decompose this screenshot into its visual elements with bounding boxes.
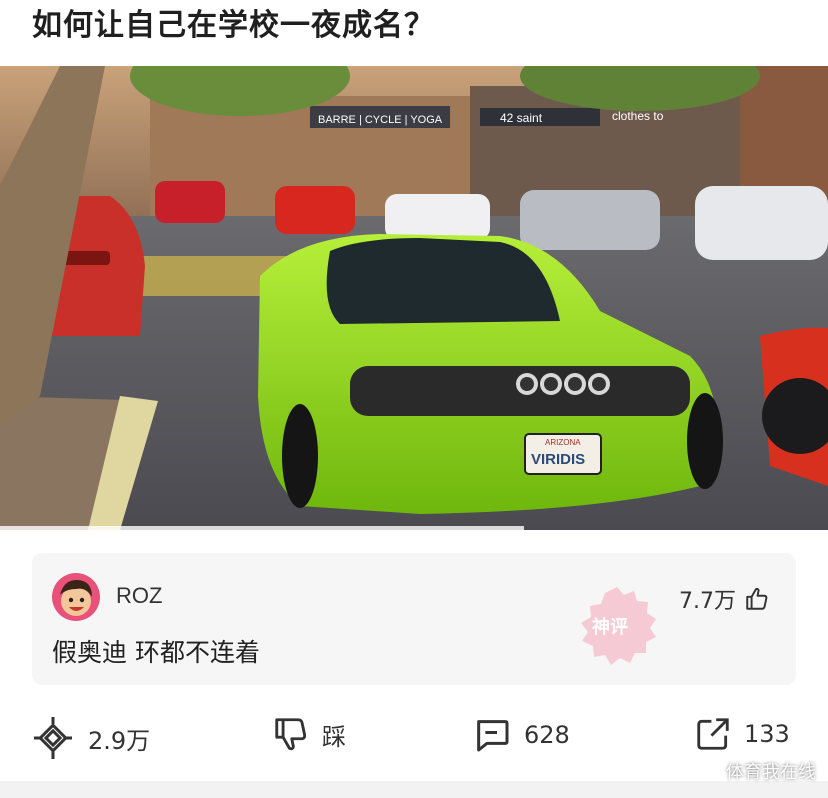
dislike-label: 踩 [322,722,346,751]
storefront-sign-yoga: BARRE | CYCLE | YOGA [318,114,443,126]
god-comment-stamp-icon: 神评 [572,581,662,671]
thumbs-down-icon [275,718,307,751]
top-comment-card[interactable]: ROZ 假奥迪 环都不连着 神评 7.7万 [32,553,796,685]
comment-username[interactable]: ROZ [116,583,162,609]
bottom-divider [0,781,828,798]
plate-state: ARIZONA [545,438,581,447]
post-title: 如何让自己在学校一夜成名？ [32,8,435,43]
watermark: 体育我在线 [726,762,816,783]
dislike-button[interactable]: 踩 [272,715,346,753]
forward-button[interactable]: 133 [694,715,790,753]
comment-text: 假奥迪 环都不连着 [52,638,260,667]
svg-text:神评: 神评 [592,616,628,638]
avatar[interactable] [52,573,100,621]
share-count: 2.9万 [88,726,151,755]
storefront-sign-clothes: clothes to [612,109,664,123]
comments-count: 628 [524,721,570,749]
comment-like-button[interactable]: 7.7万 [679,583,770,615]
thumbs-up-icon [746,587,768,610]
storefront-sign-saint: 42 saint [500,111,543,125]
action-bar: 2.9万 踩 628 133 [0,705,828,769]
comment-bubble-icon [477,720,509,752]
license-plate-text: VIRIDIS [531,451,585,468]
share-button[interactable]: 2.9万 [30,715,150,761]
knot-share-icon [34,717,72,759]
post-photo[interactable]: BARRE | CYCLE | YOGA 42 saint clothes to [0,66,828,530]
comments-button[interactable]: 628 [472,715,570,755]
forward-count: 133 [744,720,790,748]
forward-icon [697,718,729,750]
comment-like-count: 7.7万 [679,589,736,614]
photo-illustration: BARRE | CYCLE | YOGA 42 saint clothes to [0,66,828,530]
